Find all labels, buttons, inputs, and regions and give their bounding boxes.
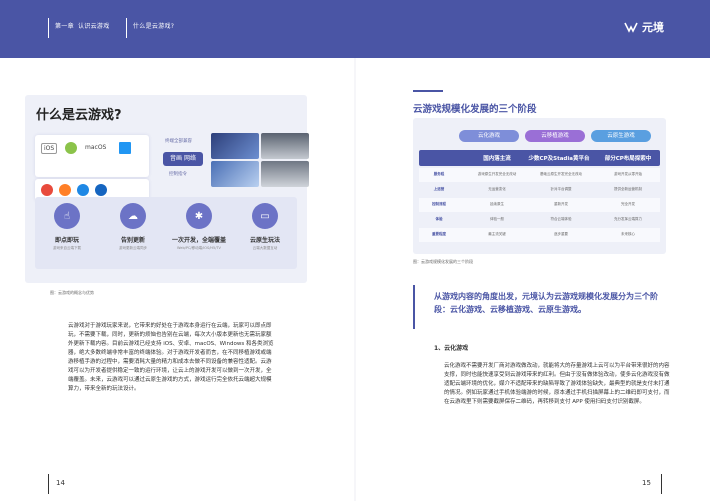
brand-name: 元境 (642, 21, 664, 34)
table-cell: 针对平台调整 (550, 187, 572, 191)
table-cell: 无运营变化 (488, 187, 506, 191)
game-screenshot (211, 133, 259, 159)
control-label: 控制指令 (169, 172, 187, 177)
safari-icon (77, 184, 89, 196)
table-row: 服务程 游戏原生开发完全无改动 基础云原生开发完全无改动 游戏开发从零开始 (419, 168, 660, 182)
feature-item: ▭ 云原生玩法 云端大数据互动 (233, 197, 297, 251)
screen-icon: ▭ (252, 203, 278, 229)
quote-accent-bar (413, 285, 415, 329)
chapter-label: 第一章 (55, 23, 74, 30)
table-cell: 控制流程 (432, 202, 446, 206)
figure-title: 什么是云游戏? (36, 108, 122, 123)
body-paragraph: 云化游戏不需要开发厂商对游戏做改动，就能将大的存量游戏上云可以为平台带来很好的内… (444, 363, 670, 405)
table-header-cell: 少数CP及Stadia黄平台 (528, 156, 590, 162)
table-header-cell: 国内落主流 (483, 156, 511, 162)
macos-label: macOS (85, 144, 107, 151)
table-cell: 提供全新运营机制 (614, 187, 642, 191)
windows-icon (119, 142, 131, 154)
table-cell: 体验一般 (490, 217, 504, 221)
feature-item: ☁ 告别更新 游戏更新云端同步 (101, 197, 165, 251)
header-divider (48, 18, 49, 38)
platform-panel: iOS macOS (35, 135, 149, 177)
table-cell: 符合云端体验 (550, 217, 572, 221)
body-paragraph: 云游戏对于游戏玩家来说，它带来的好处在于游戏本身运行在云端，玩家可以即点即玩，不… (68, 323, 274, 392)
brand-logo: 元境 (624, 19, 664, 35)
table-row: 体验 体验一般 符合云端体验 充分发挥云端算力 (419, 213, 660, 227)
table-cell: 基础云原生开发完全无改动 (540, 172, 582, 176)
accent-rule (413, 90, 443, 92)
table-row: 控制流程 延续原生 重新开发 完全开发 (419, 198, 660, 212)
table-cell: 最主流关键 (488, 232, 506, 236)
ios-label: iOS (41, 143, 58, 154)
firefox-icon (59, 184, 71, 196)
page-header: 第一章 认识云游戏 什么是云游戏? 元境 (0, 0, 710, 58)
feature-sub: 游戏更新云端同步 (119, 246, 147, 250)
table-cell: 充分发挥云端算力 (614, 217, 642, 221)
table-header-cell: 部分CP布局探索中 (604, 156, 652, 162)
table-cell: 逐步重要 (554, 232, 568, 236)
table-row: 重要程度 最主流关键 逐步重要 未来核心 (419, 228, 660, 242)
table-cell: 服务程 (433, 172, 445, 176)
android-icon (65, 142, 77, 154)
table-cell: 延续原生 (490, 202, 504, 206)
compat-label: 终端全部兼容 (165, 139, 192, 144)
feature-title: 告别更新 (120, 237, 145, 244)
page-spine (354, 58, 356, 501)
server-photo (261, 133, 309, 159)
page-number-divider (661, 474, 662, 494)
concept-figure: 什么是云游戏? iOS macOS 终端全部兼容 音画 网络 控制指令 ☝ 即点… (25, 95, 309, 283)
feature-title: 云原生玩法 (249, 237, 280, 244)
subsection-title: 1、云化游戏 (434, 345, 469, 352)
section-heading: 云游戏规模化发展的三个阶段 (413, 104, 537, 115)
cloud-node: 音画 网络 (163, 152, 203, 166)
feature-sub: Web/PC/移动端/iOS/H5/TV (177, 246, 221, 250)
network-icon: ✱ (186, 203, 212, 229)
table-cell: 游戏原生开发完全无改动 (477, 172, 517, 176)
table-header: 国内落主流 少数CP及Stadia黄平台 部分CP布局探索中 (419, 150, 660, 166)
feature-item: ☝ 即点即玩 游戏来自云端下载 (35, 197, 99, 251)
edge-icon (95, 184, 107, 196)
stage-pill: 云化游戏 (459, 130, 519, 142)
table-cell: 未来核心 (621, 232, 635, 236)
server-photo (261, 161, 309, 187)
stages-table: 云化游戏 云移植游戏 云原生游戏 国内落主流 少数CP及Stadia黄平台 部分… (413, 118, 666, 254)
figure-caption: 图：云游戏的概念与优势 (50, 290, 94, 295)
brand-mark-icon (624, 22, 638, 33)
table-cell: 完全开发 (621, 202, 635, 206)
table-row: 上运营 无运营变化 针对平台调整 提供全新运营机制 (419, 183, 660, 197)
table-cell: 重要程度 (432, 232, 446, 236)
feature-sub: 游戏来自云端下载 (53, 246, 81, 250)
page-number: 14 (56, 479, 65, 487)
feature-title: 即点即玩 (54, 237, 79, 244)
table-cell: 游戏开发从零开始 (614, 172, 642, 176)
table-caption: 图：云游戏规模化发展的三个阶段 (413, 259, 473, 264)
cloud-icon: ☁ (120, 203, 146, 229)
feature-item: ✱ 一次开发，全端覆盖 Web/PC/移动端/iOS/H5/TV (167, 197, 231, 251)
table-cell: 上运营 (433, 187, 445, 191)
page-number: 15 (642, 479, 651, 487)
section-label: 什么是云游戏? (133, 23, 175, 30)
features-row: ☝ 即点即玩 游戏来自云端下载 ☁ 告别更新 游戏更新云端同步 ✱ 一次开发，全… (35, 197, 297, 271)
stage-pill: 云原生游戏 (591, 130, 651, 142)
click-icon: ☝ (54, 203, 80, 229)
game-screenshot (211, 161, 259, 187)
table-cell: 重新开发 (554, 202, 568, 206)
stage-pill: 云移植游戏 (525, 130, 585, 142)
feature-sub: 云端大数据互动 (252, 246, 278, 250)
page-number-divider (48, 474, 49, 494)
table-cell: 体验 (435, 217, 443, 221)
chrome-icon (41, 184, 53, 196)
header-divider (126, 18, 127, 38)
chapter-name: 认识云游戏 (78, 23, 110, 30)
feature-title: 一次开发，全端覆盖 (171, 237, 226, 244)
pull-quote: 从游戏内容的角度出发，元境认为云游戏规模化发展分为三个阶段：云化游戏、云移植游戏… (434, 292, 658, 314)
